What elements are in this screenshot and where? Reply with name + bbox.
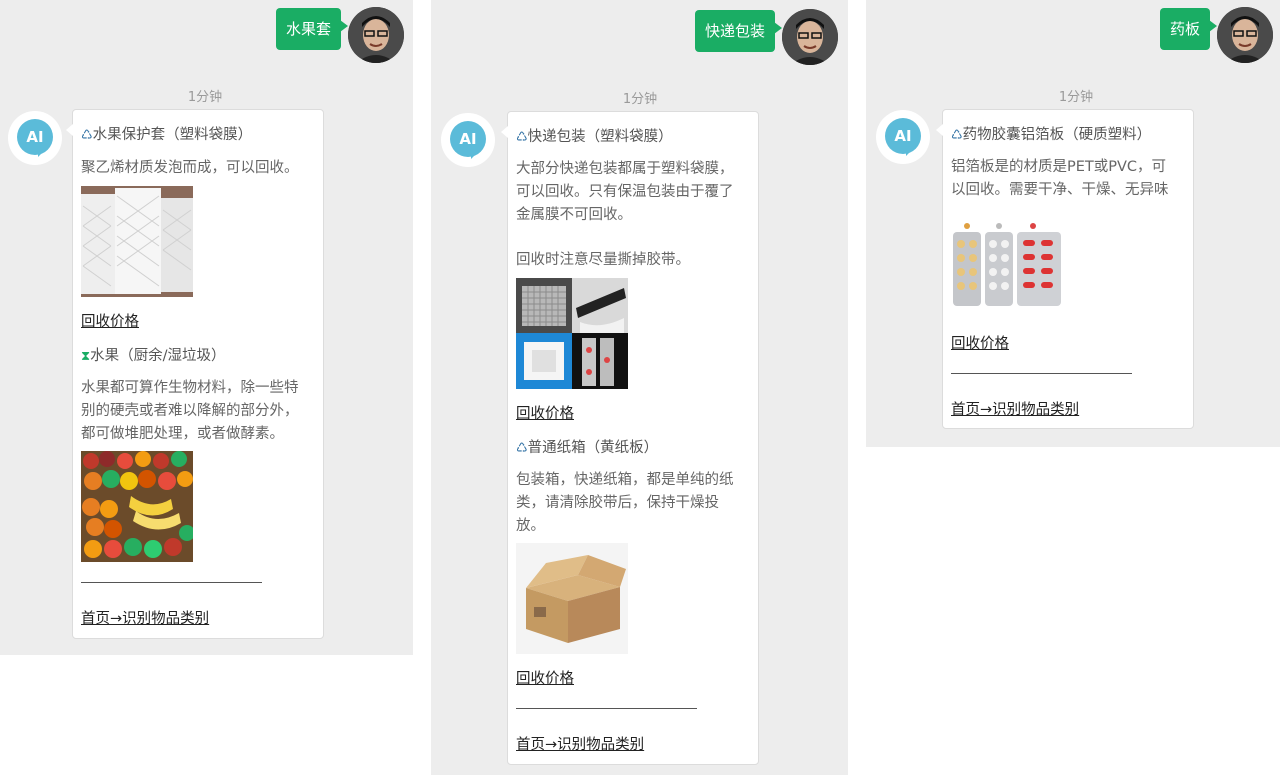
- item-description-line: 别的硬壳或者难以降解的部分外，: [81, 403, 299, 419]
- user-avatar: [782, 9, 838, 65]
- item-description-line: 以回收。需要干净、干燥、无异味: [951, 182, 1169, 198]
- item-description-line: 放。: [516, 518, 545, 534]
- item-description-line: 铝箔板是的材质是PET或PVC，可: [951, 159, 1167, 175]
- hourglass-icon: ⧗: [81, 349, 91, 364]
- item-title: ⧗水果（厨余/湿垃圾）: [81, 344, 226, 365]
- item-description-line: 都可做堆肥处理，或者做酵素。: [81, 426, 284, 442]
- speech-tail-icon: [906, 148, 914, 156]
- ai-avatar: AI: [8, 111, 62, 165]
- item-description-line: 可以回收。只有保温包装由于覆了: [516, 184, 734, 200]
- item-title: ♺药物胶囊铝箔板（硬质塑料）: [951, 123, 1151, 144]
- chat-panel-express-packaging: 快递包装 1分钟 AI ♺快递包装（塑料袋膜） 大部分快递包装都属于塑料袋膜， …: [431, 0, 848, 775]
- home-identify-category-link[interactable]: 首页→识别物品类别: [951, 398, 1079, 419]
- recycle-triangle-icon: ♺: [516, 441, 528, 456]
- ai-avatar: AI: [876, 110, 930, 164]
- divider: [951, 373, 1132, 374]
- item-title-text: 水果（厨余/湿垃圾）: [90, 348, 226, 364]
- item-title-text: 药物胶囊铝箔板（硬质塑料）: [962, 127, 1152, 143]
- home-identify-category-link[interactable]: 首页→识别物品类别: [81, 607, 209, 628]
- chat-panel-blister-pack: 药板 1分钟 AI ♺药物胶囊铝箔板（硬质塑料） 铝箔板是的材质是PET或PVC…: [866, 0, 1280, 447]
- item-title: ♺水果保护套（塑料袋膜）: [81, 123, 252, 144]
- item-title-text: 水果保护套（塑料袋膜）: [92, 127, 253, 143]
- recycle-price-link[interactable]: 回收价格: [516, 667, 574, 688]
- ai-avatar: AI: [441, 113, 495, 167]
- ai-reply-card: ♺快递包装（塑料袋膜） 大部分快递包装都属于塑料袋膜， 可以回收。只有保温包装由…: [501, 111, 759, 765]
- speech-tail-icon: [38, 149, 46, 157]
- message-timestamp: 1分钟: [187, 90, 223, 105]
- ai-avatar-label: AI: [885, 118, 921, 154]
- recycle-price-link[interactable]: 回收价格: [951, 332, 1009, 353]
- item-title: ♺普通纸箱（黄纸板）: [516, 436, 658, 457]
- user-avatar: [348, 7, 404, 63]
- ai-avatar-label: AI: [450, 121, 486, 157]
- item-description-line: 金属膜不可回收。: [516, 207, 632, 223]
- item-title-text: 普通纸箱（黄纸板）: [527, 440, 659, 456]
- packaging-collage-photo[interactable]: [516, 278, 628, 389]
- chat-panel-fruit-sleeve: 水果套 1分钟 AI ♺水果保护套（塑料袋膜） 聚乙烯材质发泡而成，可以回收。 …: [0, 0, 413, 655]
- divider: [516, 708, 697, 709]
- recycle-price-link[interactable]: 回收价格: [81, 310, 139, 331]
- ai-avatar-label: AI: [17, 119, 53, 155]
- ai-reply-card: ♺药物胶囊铝箔板（硬质塑料） 铝箔板是的材质是PET或PVC，可 以回收。需要干…: [936, 109, 1194, 429]
- item-title-text: 快递包装（塑料袋膜）: [527, 129, 673, 145]
- user-avatar: [1217, 7, 1273, 63]
- item-title: ♺快递包装（塑料袋膜）: [516, 125, 673, 146]
- fruit-stand-photo[interactable]: [81, 451, 193, 562]
- message-timestamp: 1分钟: [622, 92, 658, 107]
- user-message-bubble: 水果套: [276, 8, 349, 50]
- item-description-line: 类，请清除胶带后，保持干燥投: [516, 495, 719, 511]
- message-timestamp: 1分钟: [1058, 90, 1094, 105]
- recycle-triangle-icon: ♺: [951, 128, 963, 143]
- home-identify-category-link[interactable]: 首页→识别物品类别: [516, 733, 644, 754]
- user-message-bubble: 快递包装: [695, 10, 783, 52]
- recycle-triangle-icon: ♺: [81, 128, 93, 143]
- item-description-line: 水果都可算作生物材料，除一些特: [81, 380, 299, 396]
- item-description: 聚乙烯材质发泡而成，可以回收。: [81, 160, 299, 176]
- cardboard-box-photo[interactable]: [516, 543, 628, 654]
- item-description-line: 大部分快递包装都属于塑料袋膜，: [516, 161, 734, 177]
- item-description-line: 包装箱，快递纸箱，都是单纯的纸: [516, 472, 734, 488]
- blister-pack-photo[interactable]: [951, 220, 1063, 310]
- speech-tail-icon: [471, 151, 479, 159]
- item-description-line: 回收时注意尽量撕掉胶带。: [516, 252, 690, 268]
- recycle-price-link[interactable]: 回收价格: [516, 402, 574, 423]
- user-message-bubble: 药板: [1160, 8, 1218, 50]
- foam-fruit-sleeve-photo[interactable]: [81, 186, 193, 297]
- divider: [81, 582, 262, 583]
- recycle-triangle-icon: ♺: [516, 130, 528, 145]
- ai-reply-card: ♺水果保护套（塑料袋膜） 聚乙烯材质发泡而成，可以回收。 回收价格 ⧗水果（厨余…: [66, 109, 324, 639]
